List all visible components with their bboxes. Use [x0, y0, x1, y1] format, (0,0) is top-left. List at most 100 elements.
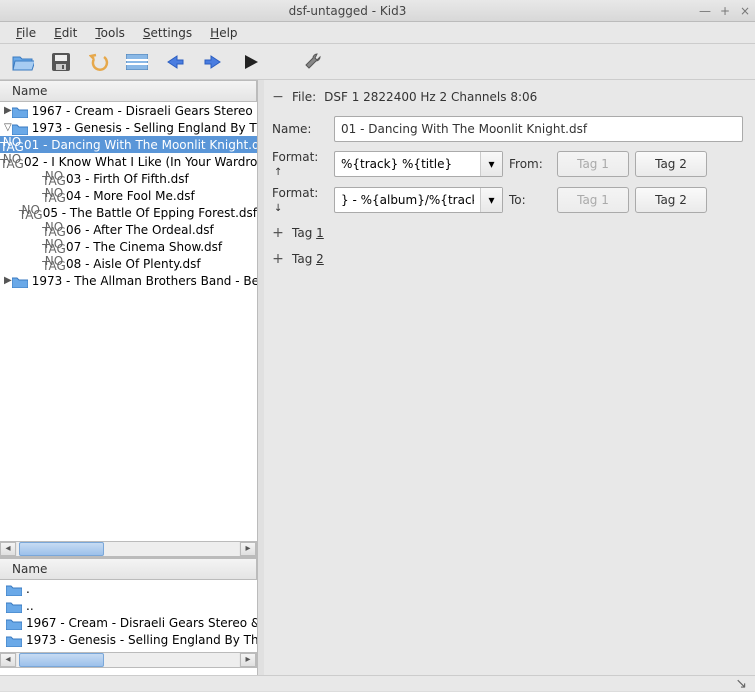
- folder-icon: [12, 122, 28, 134]
- tree-item-label: 01 - Dancing With The Moonlit Knight.dsf: [24, 138, 257, 152]
- menu-help[interactable]: Help: [202, 24, 245, 42]
- format-to-input[interactable]: [335, 188, 480, 212]
- folder-list-item[interactable]: ..: [0, 597, 257, 614]
- expander-icon[interactable]: ▶: [4, 105, 12, 116]
- menu-file[interactable]: File: [8, 24, 44, 42]
- tag1-section: + Tag 1: [272, 226, 743, 240]
- tree-item-label: 1967 - Cream - Disraeli Gears Stereo & M…: [32, 104, 257, 118]
- folder-list-item[interactable]: .: [0, 580, 257, 597]
- tree-item-label: 03 - Firth Of Fifth.dsf: [66, 172, 189, 186]
- folder-list-item[interactable]: 1967 - Cream - Disraeli Gears Stereo & M…: [0, 614, 257, 631]
- statusbar: ↘: [0, 675, 755, 691]
- tree-file-row[interactable]: NOTAG07 - The Cinema Show.dsf: [0, 238, 257, 255]
- notag-icon: NOTAG: [23, 208, 39, 218]
- to-label: To:: [509, 193, 551, 207]
- scroll-left-button[interactable]: ◂: [0, 653, 16, 667]
- expander-icon[interactable]: ▶: [4, 275, 12, 286]
- folder-icon: [6, 600, 22, 612]
- folder-list-item[interactable]: 1973 - Genesis - Selling England By The …: [0, 631, 257, 648]
- maximize-button[interactable]: +: [715, 4, 735, 18]
- resize-grip-icon[interactable]: ↘: [735, 676, 747, 691]
- tree-file-row[interactable]: NOTAG 05 - The Battle Of Epping Forest.ds…: [0, 204, 257, 221]
- tree-folder-row[interactable]: ▶ 1973 - The Allman Brothers Band - Begin…: [0, 272, 257, 289]
- next-button[interactable]: [200, 49, 226, 75]
- scroll-right-button[interactable]: ▸: [240, 653, 256, 667]
- menubar: File Edit Tools Settings Help: [0, 22, 755, 44]
- format-from-combo[interactable]: ▾: [334, 151, 503, 177]
- picture-button[interactable]: [124, 49, 150, 75]
- folder-list[interactable]: ... 1967 - Cream - Disraeli Gears Stereo …: [0, 580, 257, 652]
- folder-item-label: 1967 - Cream - Disraeli Gears Stereo & M…: [26, 616, 257, 630]
- tree-file-row[interactable]: NOTAG02 - I Know What I Like (In Your Wa…: [0, 153, 257, 170]
- tag1-expand-button[interactable]: +: [272, 226, 284, 240]
- tree-item-label: 05 - The Battle Of Epping Forest.dsf: [43, 206, 257, 220]
- file-prefix: File:: [292, 90, 316, 104]
- arrow-right-icon: [203, 54, 223, 70]
- format-to-combo[interactable]: ▾: [334, 187, 503, 213]
- menu-edit[interactable]: Edit: [46, 24, 85, 42]
- close-button[interactable]: ×: [735, 4, 755, 18]
- format-from-row: Format:↑ ▾ From: Tag 1 Tag 2: [272, 150, 743, 178]
- folder-header-name[interactable]: Name: [0, 558, 257, 580]
- save-button[interactable]: [48, 49, 74, 75]
- picture-icon: [126, 54, 148, 70]
- scroll-thumb[interactable]: [19, 542, 104, 556]
- tree-folder-row[interactable]: ▽ 1973 - Genesis - Selling England By The…: [0, 119, 257, 136]
- revert-button[interactable]: [86, 49, 112, 75]
- tree-item-label: 1973 - The Allman Brothers Band - Beginn…: [32, 274, 257, 288]
- titlebar: dsf-untagged - Kid3 — + ×: [0, 0, 755, 22]
- format-label-down: Format:↓: [272, 186, 328, 214]
- folder-item-label: .: [26, 582, 30, 596]
- notag-icon: NOTAG: [46, 174, 62, 184]
- tree-file-row[interactable]: NOTAG06 - After The Ordeal.dsf: [0, 221, 257, 238]
- file-tree[interactable]: ▶ 1967 - Cream - Disraeli Gears Stereo & …: [0, 102, 257, 541]
- to-tag2-button[interactable]: Tag 2: [635, 187, 707, 213]
- undo-icon: [89, 52, 109, 72]
- scroll-right-button[interactable]: ▸: [240, 542, 256, 556]
- notag-icon: NOTAG: [46, 191, 62, 201]
- chevron-down-icon[interactable]: ▾: [480, 152, 502, 176]
- scroll-left-button[interactable]: ◂: [0, 542, 16, 556]
- tree-file-row[interactable]: NOTAG08 - Aisle Of Plenty.dsf: [0, 255, 257, 272]
- window-title: dsf-untagged - Kid3: [0, 4, 695, 18]
- save-icon: [51, 52, 71, 72]
- tree-file-row[interactable]: NOTAG04 - More Fool Me.dsf: [0, 187, 257, 204]
- notag-icon: NOTAG: [4, 157, 20, 167]
- folder-icon: [6, 583, 22, 595]
- minimize-button[interactable]: —: [695, 4, 715, 18]
- tag2-label: Tag 2: [292, 252, 324, 266]
- tag2-expand-button[interactable]: +: [272, 252, 284, 266]
- play-button[interactable]: [238, 49, 264, 75]
- tree-item-label: 07 - The Cinema Show.dsf: [66, 240, 222, 254]
- notag-icon: NOTAG: [4, 140, 20, 150]
- folder-icon: [12, 105, 28, 117]
- toolbar: [0, 44, 755, 80]
- tree-item-label: 1973 - Genesis - Selling England By The …: [32, 121, 257, 135]
- menu-settings[interactable]: Settings: [135, 24, 200, 42]
- from-tag2-button[interactable]: Tag 2: [635, 151, 707, 177]
- scroll-track[interactable]: [17, 653, 239, 667]
- prev-button[interactable]: [162, 49, 188, 75]
- scroll-thumb[interactable]: [19, 653, 104, 667]
- folder-item-label: 1973 - Genesis - Selling England By The …: [26, 633, 257, 647]
- name-input[interactable]: [334, 116, 743, 142]
- tree-header-name[interactable]: Name: [0, 80, 257, 102]
- file-info-row: − File: DSF 1 2822400 Hz 2 Channels 8:06: [272, 90, 743, 104]
- menu-tools[interactable]: Tools: [87, 24, 133, 42]
- tree-folder-row[interactable]: ▶ 1967 - Cream - Disraeli Gears Stereo & …: [0, 102, 257, 119]
- expander-icon[interactable]: ▽: [4, 122, 12, 133]
- play-icon: [243, 54, 259, 70]
- tree-file-row[interactable]: NOTAG 01 - Dancing With The Moonlit Knigh…: [0, 136, 257, 153]
- folder-scrollbar[interactable]: ◂ ▸: [0, 652, 257, 668]
- format-from-input[interactable]: [335, 152, 480, 176]
- file-collapse-button[interactable]: −: [272, 90, 284, 104]
- configure-button[interactable]: [300, 49, 326, 75]
- chevron-down-icon[interactable]: ▾: [480, 188, 502, 212]
- tag2-section: + Tag 2: [272, 252, 743, 266]
- tree-file-row[interactable]: NOTAG 03 - Firth Of Fifth.dsf: [0, 170, 257, 187]
- tree-scrollbar[interactable]: ◂ ▸: [0, 541, 257, 557]
- details-panel: − File: DSF 1 2822400 Hz 2 Channels 8:06…: [264, 80, 755, 675]
- open-button[interactable]: [10, 49, 36, 75]
- scroll-track[interactable]: [17, 542, 239, 556]
- tree-item-label: 08 - Aisle Of Plenty.dsf: [66, 257, 201, 271]
